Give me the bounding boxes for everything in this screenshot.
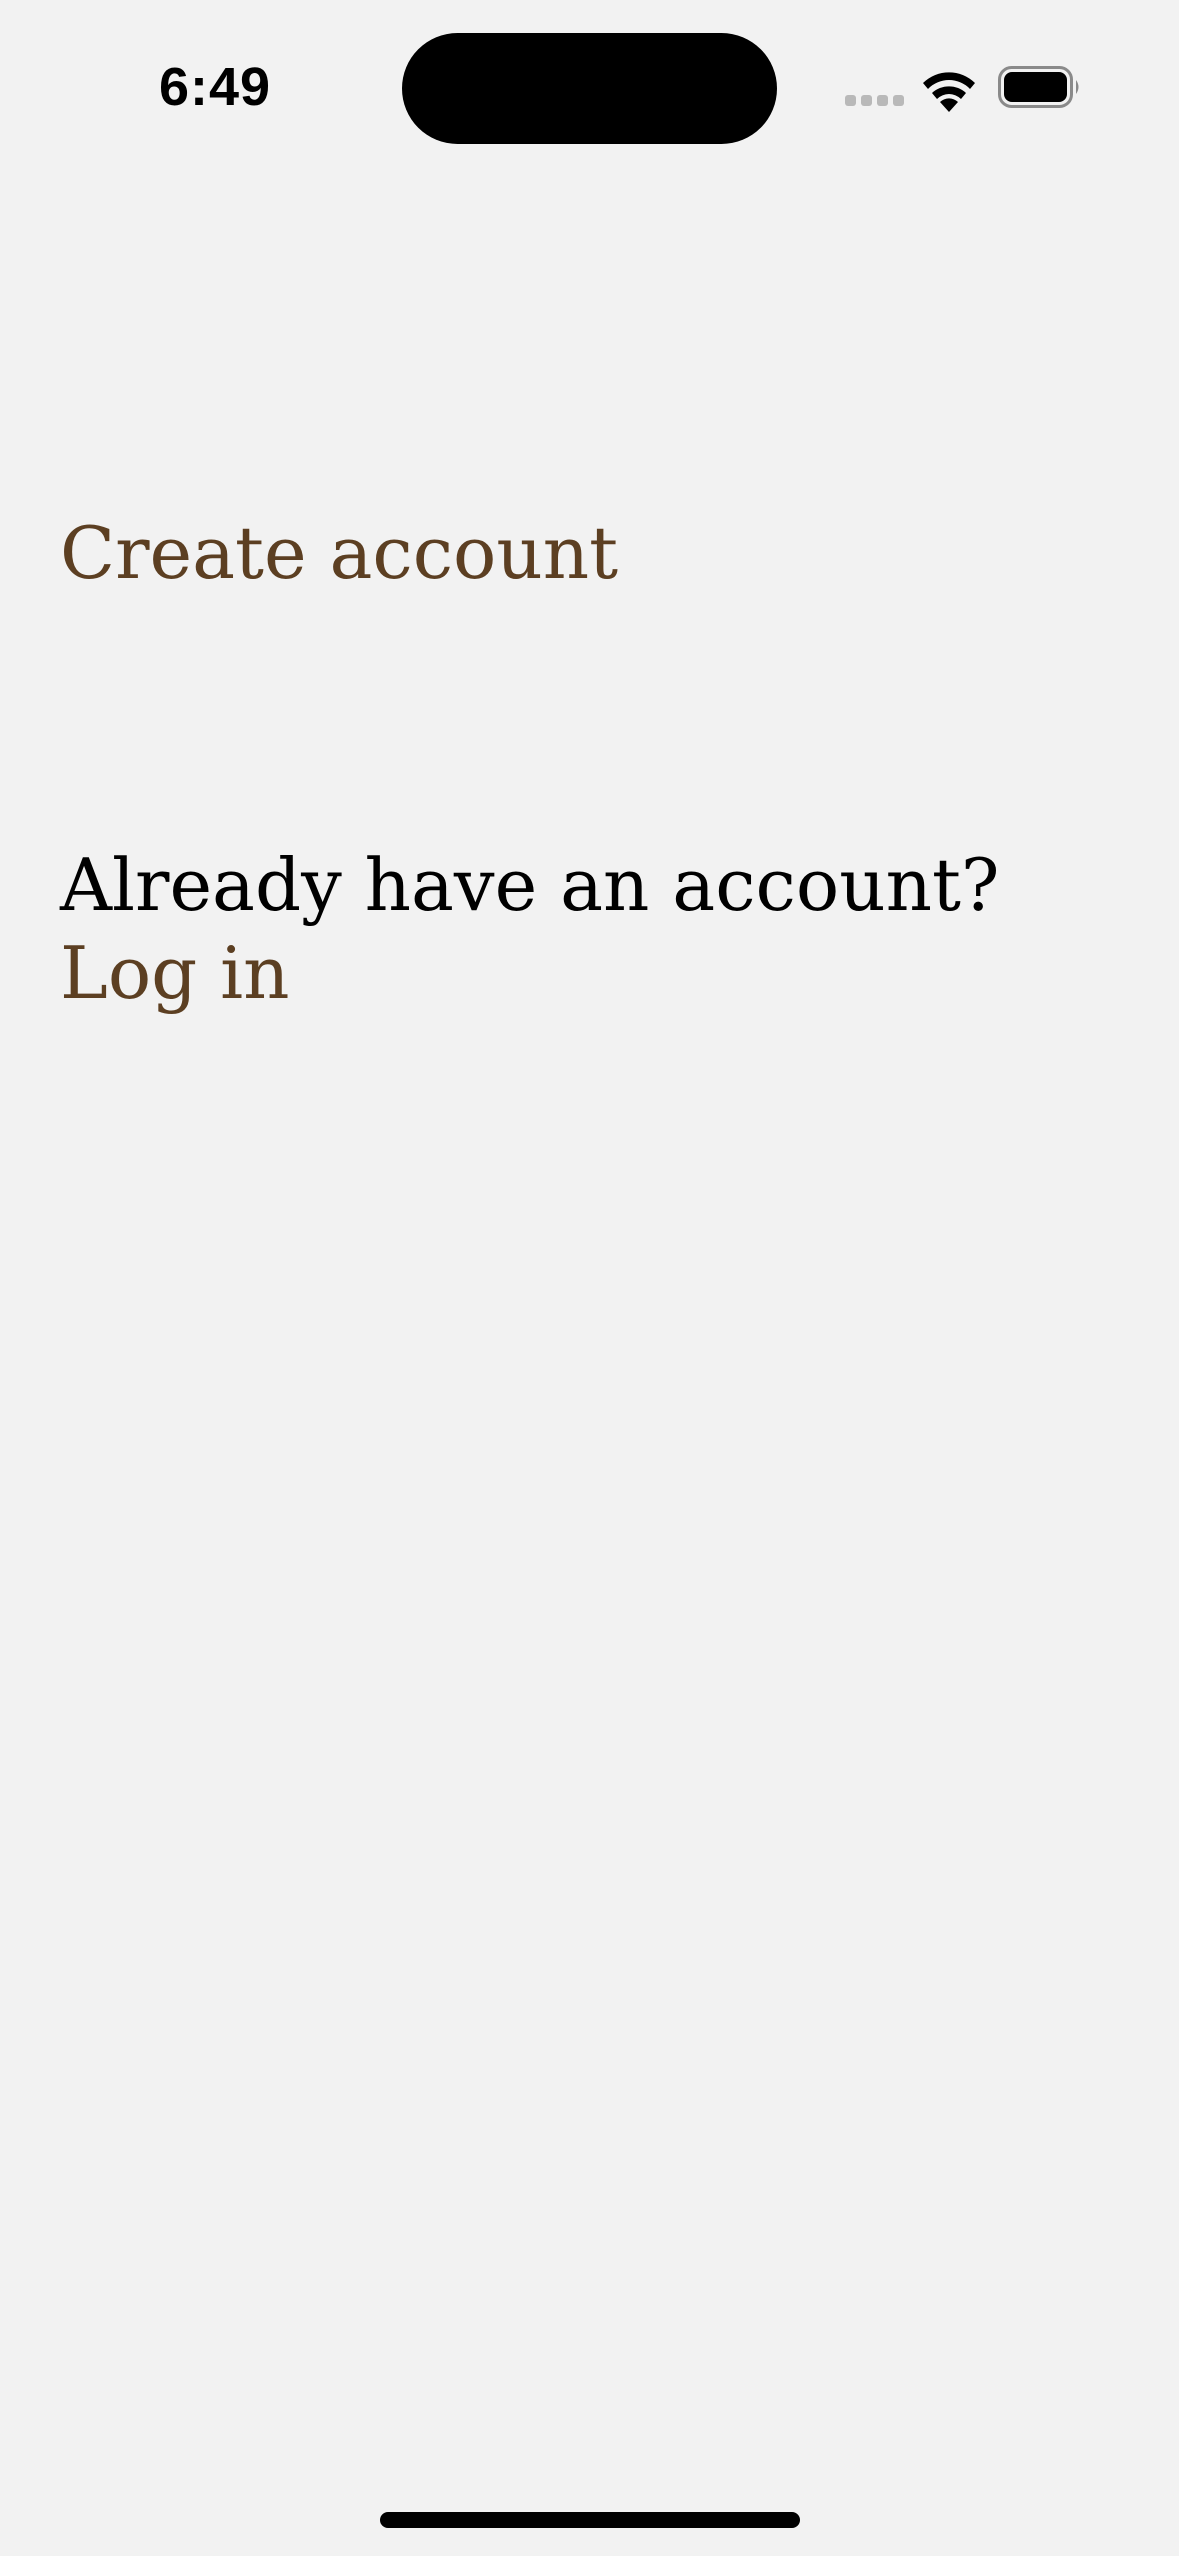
create-account-link[interactable]: Create account xyxy=(60,505,618,601)
home-indicator[interactable] xyxy=(380,2512,800,2528)
status-bar: 6:49 xyxy=(0,0,1179,150)
wifi-icon xyxy=(923,72,975,112)
status-time: 6:49 xyxy=(158,57,272,117)
login-prompt: Already have an account? xyxy=(60,843,1000,927)
login-link[interactable]: Log in xyxy=(60,928,290,1018)
signal-icon xyxy=(845,95,905,109)
dynamic-island xyxy=(402,33,777,144)
battery-icon xyxy=(998,66,1079,108)
